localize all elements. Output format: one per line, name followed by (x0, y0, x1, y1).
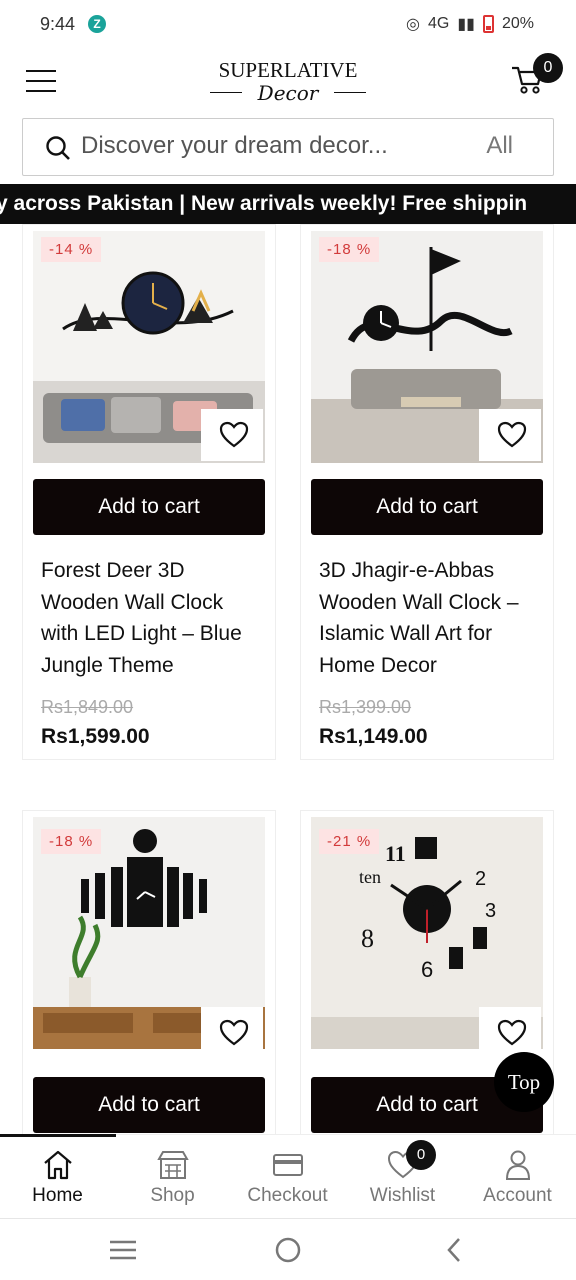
wishlist-count-badge: 0 (406, 1140, 436, 1170)
product-title[interactable]: 3D Jhagir-e-Abbas Wooden Wall Clock – Is… (319, 555, 543, 681)
nav-shop-label: Shop (150, 1185, 195, 1206)
network-label: 4G (428, 15, 450, 32)
battery-icon (482, 15, 494, 33)
svg-text:8: 8 (361, 924, 374, 953)
add-to-cart-button[interactable]: Add to cart (33, 479, 265, 535)
brand-logo[interactable]: SUPERLATIVE Decor (200, 58, 376, 105)
brand-line1: SUPERLATIVE (218, 58, 358, 82)
scroll-top-button[interactable]: Top (494, 1052, 554, 1112)
product-card[interactable]: -18 % Add to cart 3D Jhagir-e-Abbas Wood… (300, 224, 554, 760)
nav-wishlist[interactable]: Wishlist (345, 1135, 460, 1219)
nav-shop[interactable]: Shop (115, 1135, 230, 1219)
system-navigation-bar (0, 1218, 576, 1280)
wishlist-heart-button[interactable] (479, 409, 541, 461)
shop-icon (157, 1151, 189, 1179)
svg-text:2: 2 (475, 868, 486, 890)
nav-account[interactable]: Account (460, 1135, 575, 1219)
battery-level: 20% (501, 15, 534, 32)
nav-account-label: Account (483, 1185, 552, 1206)
app-notification-icon: Z (88, 15, 106, 33)
search-category-select[interactable]: All (486, 132, 513, 160)
discount-badge: -18 % (41, 829, 102, 854)
svg-text:ten: ten (359, 867, 381, 887)
product-price: Rs1,149.00 (319, 725, 428, 748)
brand-line2: Decor (257, 81, 319, 105)
home-circle-icon[interactable] (274, 1236, 302, 1264)
wishlist-heart-button[interactable] (201, 1007, 263, 1059)
search-bar[interactable]: Discover your dream decor... All (22, 118, 554, 176)
add-to-cart-button[interactable]: Add to cart (311, 479, 543, 535)
home-icon (44, 1150, 72, 1180)
ticker-text: y across Pakistan | New arrivals weekly!… (0, 192, 528, 215)
svg-text:11: 11 (385, 841, 406, 866)
product-price: Rs1,599.00 (41, 725, 150, 748)
heart-icon (219, 421, 249, 448)
nav-home[interactable]: Home (0, 1135, 115, 1219)
discount-badge: -18 % (319, 237, 380, 262)
recent-apps-icon[interactable] (109, 1239, 137, 1261)
back-icon[interactable] (444, 1236, 464, 1264)
cart-count-badge: 0 (533, 53, 563, 83)
menu-icon[interactable] (26, 70, 56, 94)
heart-icon (497, 1019, 527, 1046)
heart-icon (219, 1019, 249, 1046)
product-card[interactable]: -14 % Add to cart Forest Deer 3D Wooden … (22, 224, 276, 760)
wishlist-heart-button[interactable] (201, 409, 263, 461)
product-old-price: Rs1,399.00 (319, 697, 412, 717)
status-icons: ◎ 4G ▮▮ 20% (406, 14, 534, 34)
product-card[interactable]: -18 % Add to cart (22, 810, 276, 1140)
nav-checkout[interactable]: Checkout (230, 1135, 345, 1219)
nav-home-label: Home (32, 1185, 83, 1206)
nav-wishlist-label: Wishlist (369, 1185, 436, 1206)
hotspot-icon: ◎ (406, 16, 421, 33)
user-icon (505, 1150, 531, 1180)
wishlist-heart-button[interactable] (479, 1007, 541, 1059)
status-bar: 9:44 Z ◎ 4G ▮▮ 20% (0, 0, 576, 48)
discount-badge: -14 % (41, 237, 102, 262)
card-icon (273, 1154, 303, 1176)
search-input[interactable]: Discover your dream decor... (81, 132, 388, 160)
svg-text:6: 6 (421, 957, 433, 982)
add-to-cart-button[interactable]: Add to cart (33, 1077, 265, 1133)
search-icon (46, 136, 70, 160)
product-title[interactable]: Forest Deer 3D Wooden Wall Clock with LE… (41, 555, 265, 681)
announcement-ticker: y across Pakistan | New arrivals weekly!… (0, 184, 576, 224)
heart-icon (497, 421, 527, 448)
status-time: 9:44 (40, 14, 76, 34)
product-old-price: Rs1,849.00 (41, 697, 134, 717)
discount-badge: -21 % (319, 829, 380, 854)
bottom-navigation: Home Shop Checkout Wishlist Account (0, 1134, 576, 1218)
nav-checkout-label: Checkout (247, 1185, 328, 1206)
signal-icon: ▮▮ (457, 16, 475, 33)
svg-text:3: 3 (485, 900, 496, 922)
app-header: SUPERLATIVE Decor (0, 50, 576, 110)
